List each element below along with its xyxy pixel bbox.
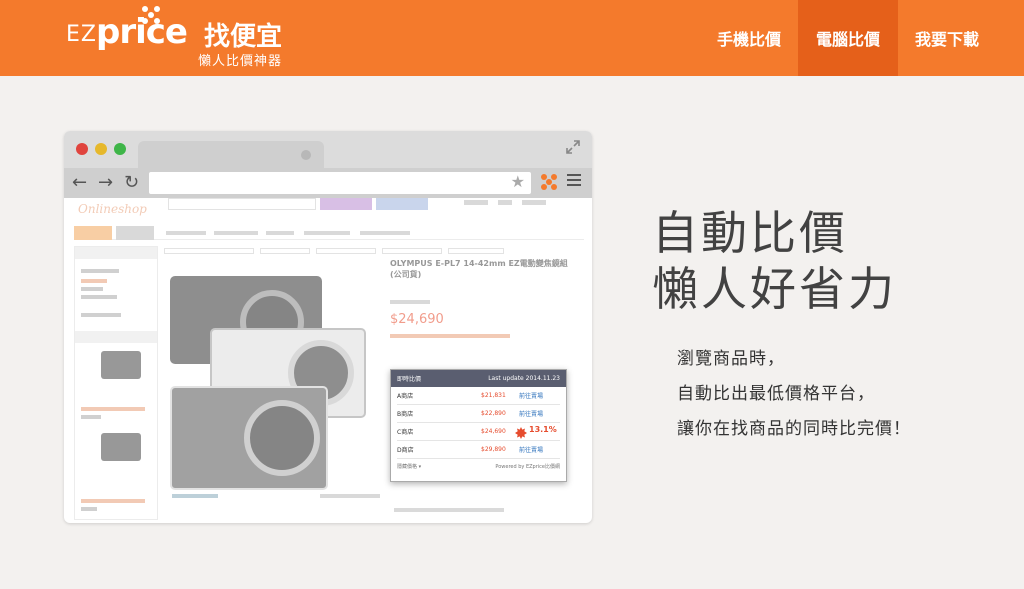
logo-ez-text: EZ — [66, 22, 97, 47]
popup-store-price: $21,831 — [481, 392, 506, 399]
popup-powered-by: Powered by EZprice比價網 — [495, 463, 560, 470]
minimize-dot-icon — [95, 143, 107, 155]
popup-store-price: $29,890 — [481, 446, 506, 453]
nav-pc-compare[interactable]: 電腦比價 — [797, 0, 898, 76]
popup-store-name: D商店 — [397, 447, 414, 454]
camera-image-silver — [170, 376, 328, 490]
sidebar-hot-header — [75, 331, 157, 343]
hero-desc-line-3: 讓你在找商品的同時比完價！ — [677, 419, 911, 439]
shop-menu-all — [74, 226, 112, 240]
hero-desc-line-2: 自動比出最低價格平台， — [677, 384, 875, 404]
top-header: EZ price 找便宜 懶人比價神器 手機比價 電腦比價 我要下載 — [0, 0, 1024, 76]
logo-price-text: price — [96, 12, 188, 52]
shop-search-button — [320, 198, 372, 210]
hero-headline: 自動比價 懶人好省力 — [652, 205, 897, 317]
maximize-dot-icon — [114, 143, 126, 155]
popup-store-name: B商店 — [397, 411, 414, 418]
reload-icon: ↻ — [124, 172, 140, 193]
shop-breadcrumb — [164, 248, 584, 256]
nav-download[interactable]: 我要下載 — [898, 0, 996, 76]
hero-headline-line-2: 懶人好省力 — [652, 262, 897, 316]
product-orig-price — [390, 300, 430, 304]
shop-logo: Onlineshop — [78, 202, 147, 216]
hero-desc-line-1: 瀏覽商品時， — [677, 349, 785, 369]
popup-go-link[interactable]: 前往賣場 — [519, 391, 543, 400]
product-title: OLYMPUS E-PL7 14-42mm EZ電動變焦鏡組 (公司貨) — [390, 259, 568, 279]
popup-store-price: $24,690 — [481, 428, 506, 435]
shop-search-box — [168, 198, 316, 210]
related-link — [394, 508, 504, 512]
nav-mobile-compare[interactable]: 手機比價 — [700, 0, 798, 76]
popup-footer: 隱藏價格 ▾ Powered by EZprice比價網 — [397, 459, 560, 473]
ezprice-extension-icon — [541, 174, 557, 190]
price-compare-popup: 即時比價 Last update 2014.11.23 A商店 $21,831 … — [390, 369, 567, 482]
hero-headline-line-1: 自動比價 — [652, 206, 848, 260]
popup-hide-price-toggle[interactable]: 隱藏價格 ▾ — [397, 463, 421, 470]
browser-toolbar: ← → ↻ ★ — [64, 168, 592, 198]
popup-last-update: Last update 2014.11.23 — [488, 375, 560, 382]
shop-sidebar — [74, 246, 158, 520]
forward-arrow-icon: → — [98, 172, 114, 193]
savings-badge: 13.1% — [529, 425, 557, 434]
browser-tab — [138, 141, 324, 168]
close-dot-icon — [76, 143, 88, 155]
sidebar-camera-thumb-1 — [101, 351, 141, 379]
product-price: $24,690 — [390, 312, 444, 327]
popup-row: D商店 $29,890 前往賣場 — [397, 441, 560, 459]
expand-icon — [566, 140, 580, 154]
product-code — [320, 494, 380, 498]
popup-go-link[interactable]: 前往賣場 — [519, 409, 543, 418]
savings-burst-icon — [515, 427, 527, 439]
logo-tagline: 懶人比價神器 — [198, 54, 283, 69]
tab-close-icon — [301, 150, 311, 160]
popup-store-name: A商店 — [397, 393, 414, 400]
popup-row: B商店 $22,890 前往賣場 — [397, 405, 560, 423]
hero-description: 瀏覽商品時， 自動比出最低價格平台， 讓你在找商品的同時比完價！ — [677, 342, 911, 447]
sidebar-header — [75, 247, 157, 259]
popup-row: A商店 $21,831 前往賣場 — [397, 387, 560, 405]
logo-chinese-text: 找便宜 — [204, 22, 283, 52]
browser-titlebar — [64, 131, 592, 168]
popup-store-price: $22,890 — [481, 410, 506, 417]
main-nav: 手機比價 電腦比價 我要下載 — [700, 0, 996, 76]
popup-title: 即時比價 — [397, 376, 422, 383]
popup-row: C商店 $24,690 13.1% — [397, 423, 560, 441]
popup-store-name: C商店 — [397, 429, 414, 436]
popup-header: 即時比價 Last update 2014.11.23 — [391, 370, 566, 387]
shop-secondary-button — [376, 198, 428, 210]
back-arrow-icon: ← — [72, 172, 88, 193]
shop-menu-bar — [74, 226, 584, 240]
bookmark-star-icon: ★ — [510, 172, 525, 191]
hamburger-menu-icon — [567, 174, 581, 188]
shop-top-links — [464, 200, 584, 208]
shop-menu-store — [116, 226, 154, 240]
popup-go-link[interactable]: 前往賣場 — [519, 445, 543, 454]
product-promo-line — [390, 334, 510, 338]
share-buttons — [172, 494, 218, 498]
sidebar-camera-thumb-2 — [101, 433, 141, 461]
address-bar: ★ — [149, 172, 531, 194]
